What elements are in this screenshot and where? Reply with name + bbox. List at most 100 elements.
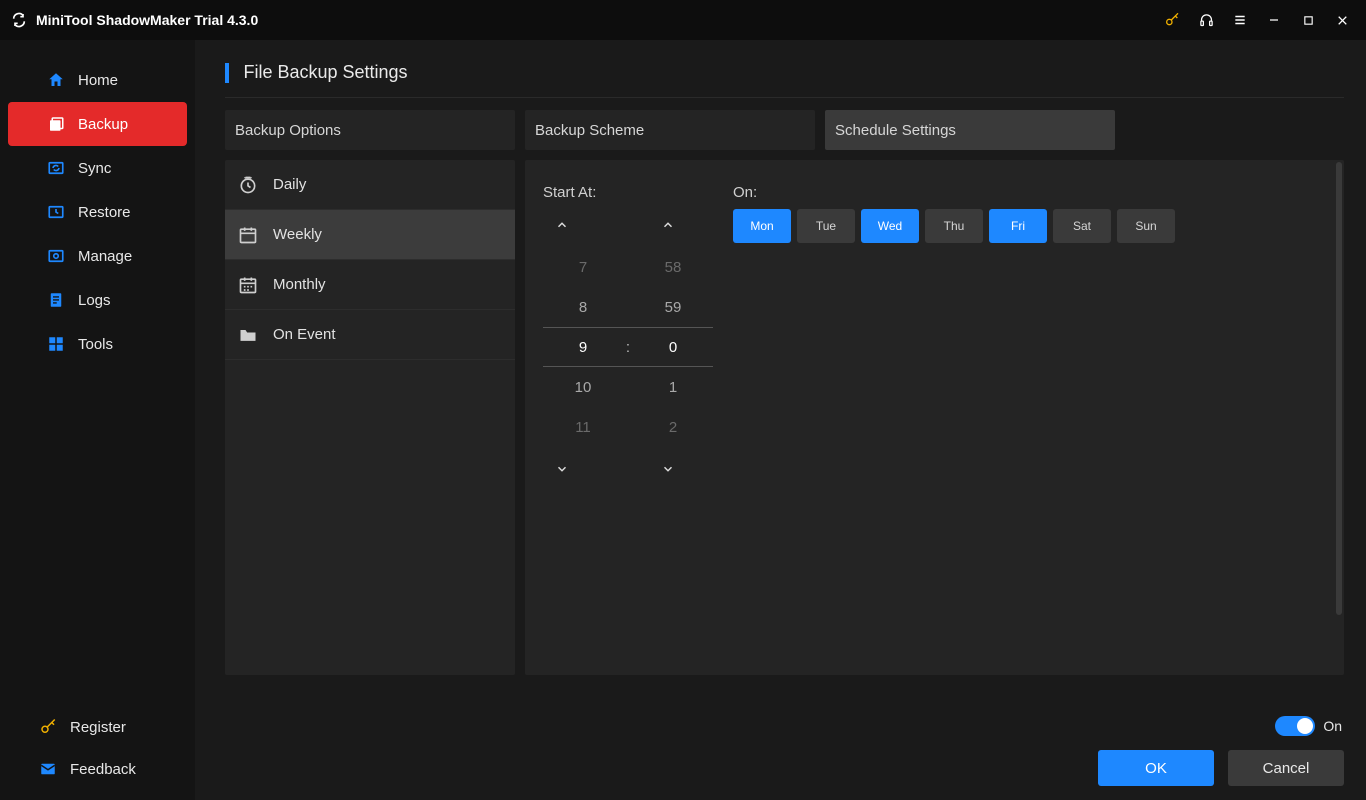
day-tue[interactable]: Tue: [797, 209, 855, 243]
sidebar-feedback[interactable]: Feedback: [0, 748, 195, 790]
sidebar-register-label: Register: [70, 719, 126, 736]
button-label: OK: [1145, 760, 1167, 777]
frequency-daily[interactable]: Daily: [225, 160, 515, 210]
sidebar-item-backup[interactable]: Backup: [8, 102, 187, 146]
menu-icon[interactable]: [1226, 6, 1254, 34]
day-label: Sat: [1073, 219, 1091, 233]
time-picker[interactable]: 7 58 8 59 9 : 0 10 1 11 2: [543, 209, 713, 485]
day-thu[interactable]: Thu: [925, 209, 983, 243]
frequency-panel: Daily Weekly Monthly On Event: [225, 160, 515, 675]
window-maximize-button[interactable]: [1294, 6, 1322, 34]
minute-option[interactable]: 1: [638, 379, 708, 396]
clock-icon: [237, 174, 259, 196]
sidebar-item-home[interactable]: Home: [8, 58, 187, 102]
frequency-label: Daily: [273, 176, 306, 193]
hour-option[interactable]: 7: [548, 259, 618, 276]
hour-up-button[interactable]: [555, 218, 595, 232]
minute-option[interactable]: 2: [638, 419, 708, 436]
day-mon[interactable]: Mon: [733, 209, 791, 243]
tab-label: Backup Scheme: [535, 122, 644, 139]
toggle-label: On: [1323, 718, 1342, 734]
cancel-button[interactable]: Cancel: [1228, 750, 1344, 786]
logs-icon: [46, 290, 66, 310]
day-label: Mon: [750, 219, 773, 233]
sidebar-item-label: Tools: [78, 336, 113, 353]
sidebar-item-sync[interactable]: Sync: [8, 146, 187, 190]
frequency-on-event[interactable]: On Event: [225, 310, 515, 360]
sidebar-item-label: Logs: [78, 292, 111, 309]
panel-scrollbar[interactable]: [1336, 162, 1342, 615]
tab-backup-options[interactable]: Backup Options: [225, 110, 515, 150]
frequency-weekly[interactable]: Weekly: [225, 210, 515, 260]
restore-icon: [46, 202, 66, 222]
sidebar-item-label: Manage: [78, 248, 132, 265]
day-fri[interactable]: Fri: [989, 209, 1047, 243]
day-sun[interactable]: Sun: [1117, 209, 1175, 243]
sidebar-item-label: Restore: [78, 204, 131, 221]
minute-selected[interactable]: 0: [638, 339, 708, 356]
sidebar-register[interactable]: Register: [0, 706, 195, 748]
header-divider: [225, 97, 1344, 98]
sidebar-feedback-label: Feedback: [70, 761, 136, 778]
sidebar: Home Backup Sync Restore Manage Logs: [0, 40, 195, 800]
frequency-label: Weekly: [273, 226, 322, 243]
days-row: Mon Tue Wed Thu Fri Sat Sun: [733, 209, 1326, 243]
calendar-month-icon: [237, 274, 259, 296]
day-label: Thu: [944, 219, 965, 233]
schedule-enable-toggle[interactable]: [1275, 716, 1315, 736]
tab-label: Schedule Settings: [835, 122, 956, 139]
mail-icon: [38, 759, 58, 779]
sidebar-item-manage[interactable]: Manage: [8, 234, 187, 278]
minute-up-button[interactable]: [661, 218, 701, 232]
button-label: Cancel: [1263, 760, 1310, 777]
home-icon: [46, 70, 66, 90]
upgrade-key-icon[interactable]: [1158, 6, 1186, 34]
hour-down-button[interactable]: [555, 462, 595, 476]
day-wed[interactable]: Wed: [861, 209, 919, 243]
hour-option[interactable]: 10: [548, 379, 618, 396]
tab-label: Backup Options: [235, 122, 341, 139]
day-label: Sun: [1135, 219, 1156, 233]
sidebar-item-label: Sync: [78, 160, 111, 177]
calendar-week-icon: [237, 224, 259, 246]
day-sat[interactable]: Sat: [1053, 209, 1111, 243]
window-close-button[interactable]: [1328, 6, 1356, 34]
window-minimize-button[interactable]: [1260, 6, 1288, 34]
key-icon: [38, 717, 58, 737]
title-accent-bar: [225, 63, 229, 83]
day-label: Fri: [1011, 219, 1025, 233]
frequency-label: On Event: [273, 326, 336, 343]
tab-schedule-settings[interactable]: Schedule Settings: [825, 110, 1115, 150]
tools-icon: [46, 334, 66, 354]
hour-option[interactable]: 11: [548, 419, 618, 436]
sidebar-item-label: Home: [78, 72, 118, 89]
time-separator: :: [618, 339, 638, 356]
app-logo-icon: [10, 11, 28, 29]
frequency-monthly[interactable]: Monthly: [225, 260, 515, 310]
minute-down-button[interactable]: [661, 462, 701, 476]
hour-selected[interactable]: 9: [548, 339, 618, 356]
sync-icon: [46, 158, 66, 178]
folder-icon: [237, 324, 259, 346]
on-label: On:: [733, 184, 1326, 201]
ok-button[interactable]: OK: [1098, 750, 1214, 786]
backup-icon: [46, 114, 66, 134]
frequency-label: Monthly: [273, 276, 326, 293]
day-label: Wed: [878, 219, 902, 233]
schedule-panel: Start At: 7 58 8 59 9: [525, 160, 1344, 675]
titlebar: MiniTool ShadowMaker Trial 4.3.0: [0, 0, 1366, 40]
sidebar-item-label: Backup: [78, 116, 128, 133]
minute-option[interactable]: 59: [638, 299, 708, 316]
minute-option[interactable]: 58: [638, 259, 708, 276]
day-label: Tue: [816, 219, 836, 233]
app-title: MiniTool ShadowMaker Trial 4.3.0: [36, 12, 258, 28]
sidebar-item-logs[interactable]: Logs: [8, 278, 187, 322]
sidebar-item-tools[interactable]: Tools: [8, 322, 187, 366]
support-icon[interactable]: [1192, 6, 1220, 34]
page-title: File Backup Settings: [243, 62, 407, 82]
tab-backup-scheme[interactable]: Backup Scheme: [525, 110, 815, 150]
hour-option[interactable]: 8: [548, 299, 618, 316]
start-at-label: Start At:: [543, 184, 723, 201]
manage-icon: [46, 246, 66, 266]
sidebar-item-restore[interactable]: Restore: [8, 190, 187, 234]
